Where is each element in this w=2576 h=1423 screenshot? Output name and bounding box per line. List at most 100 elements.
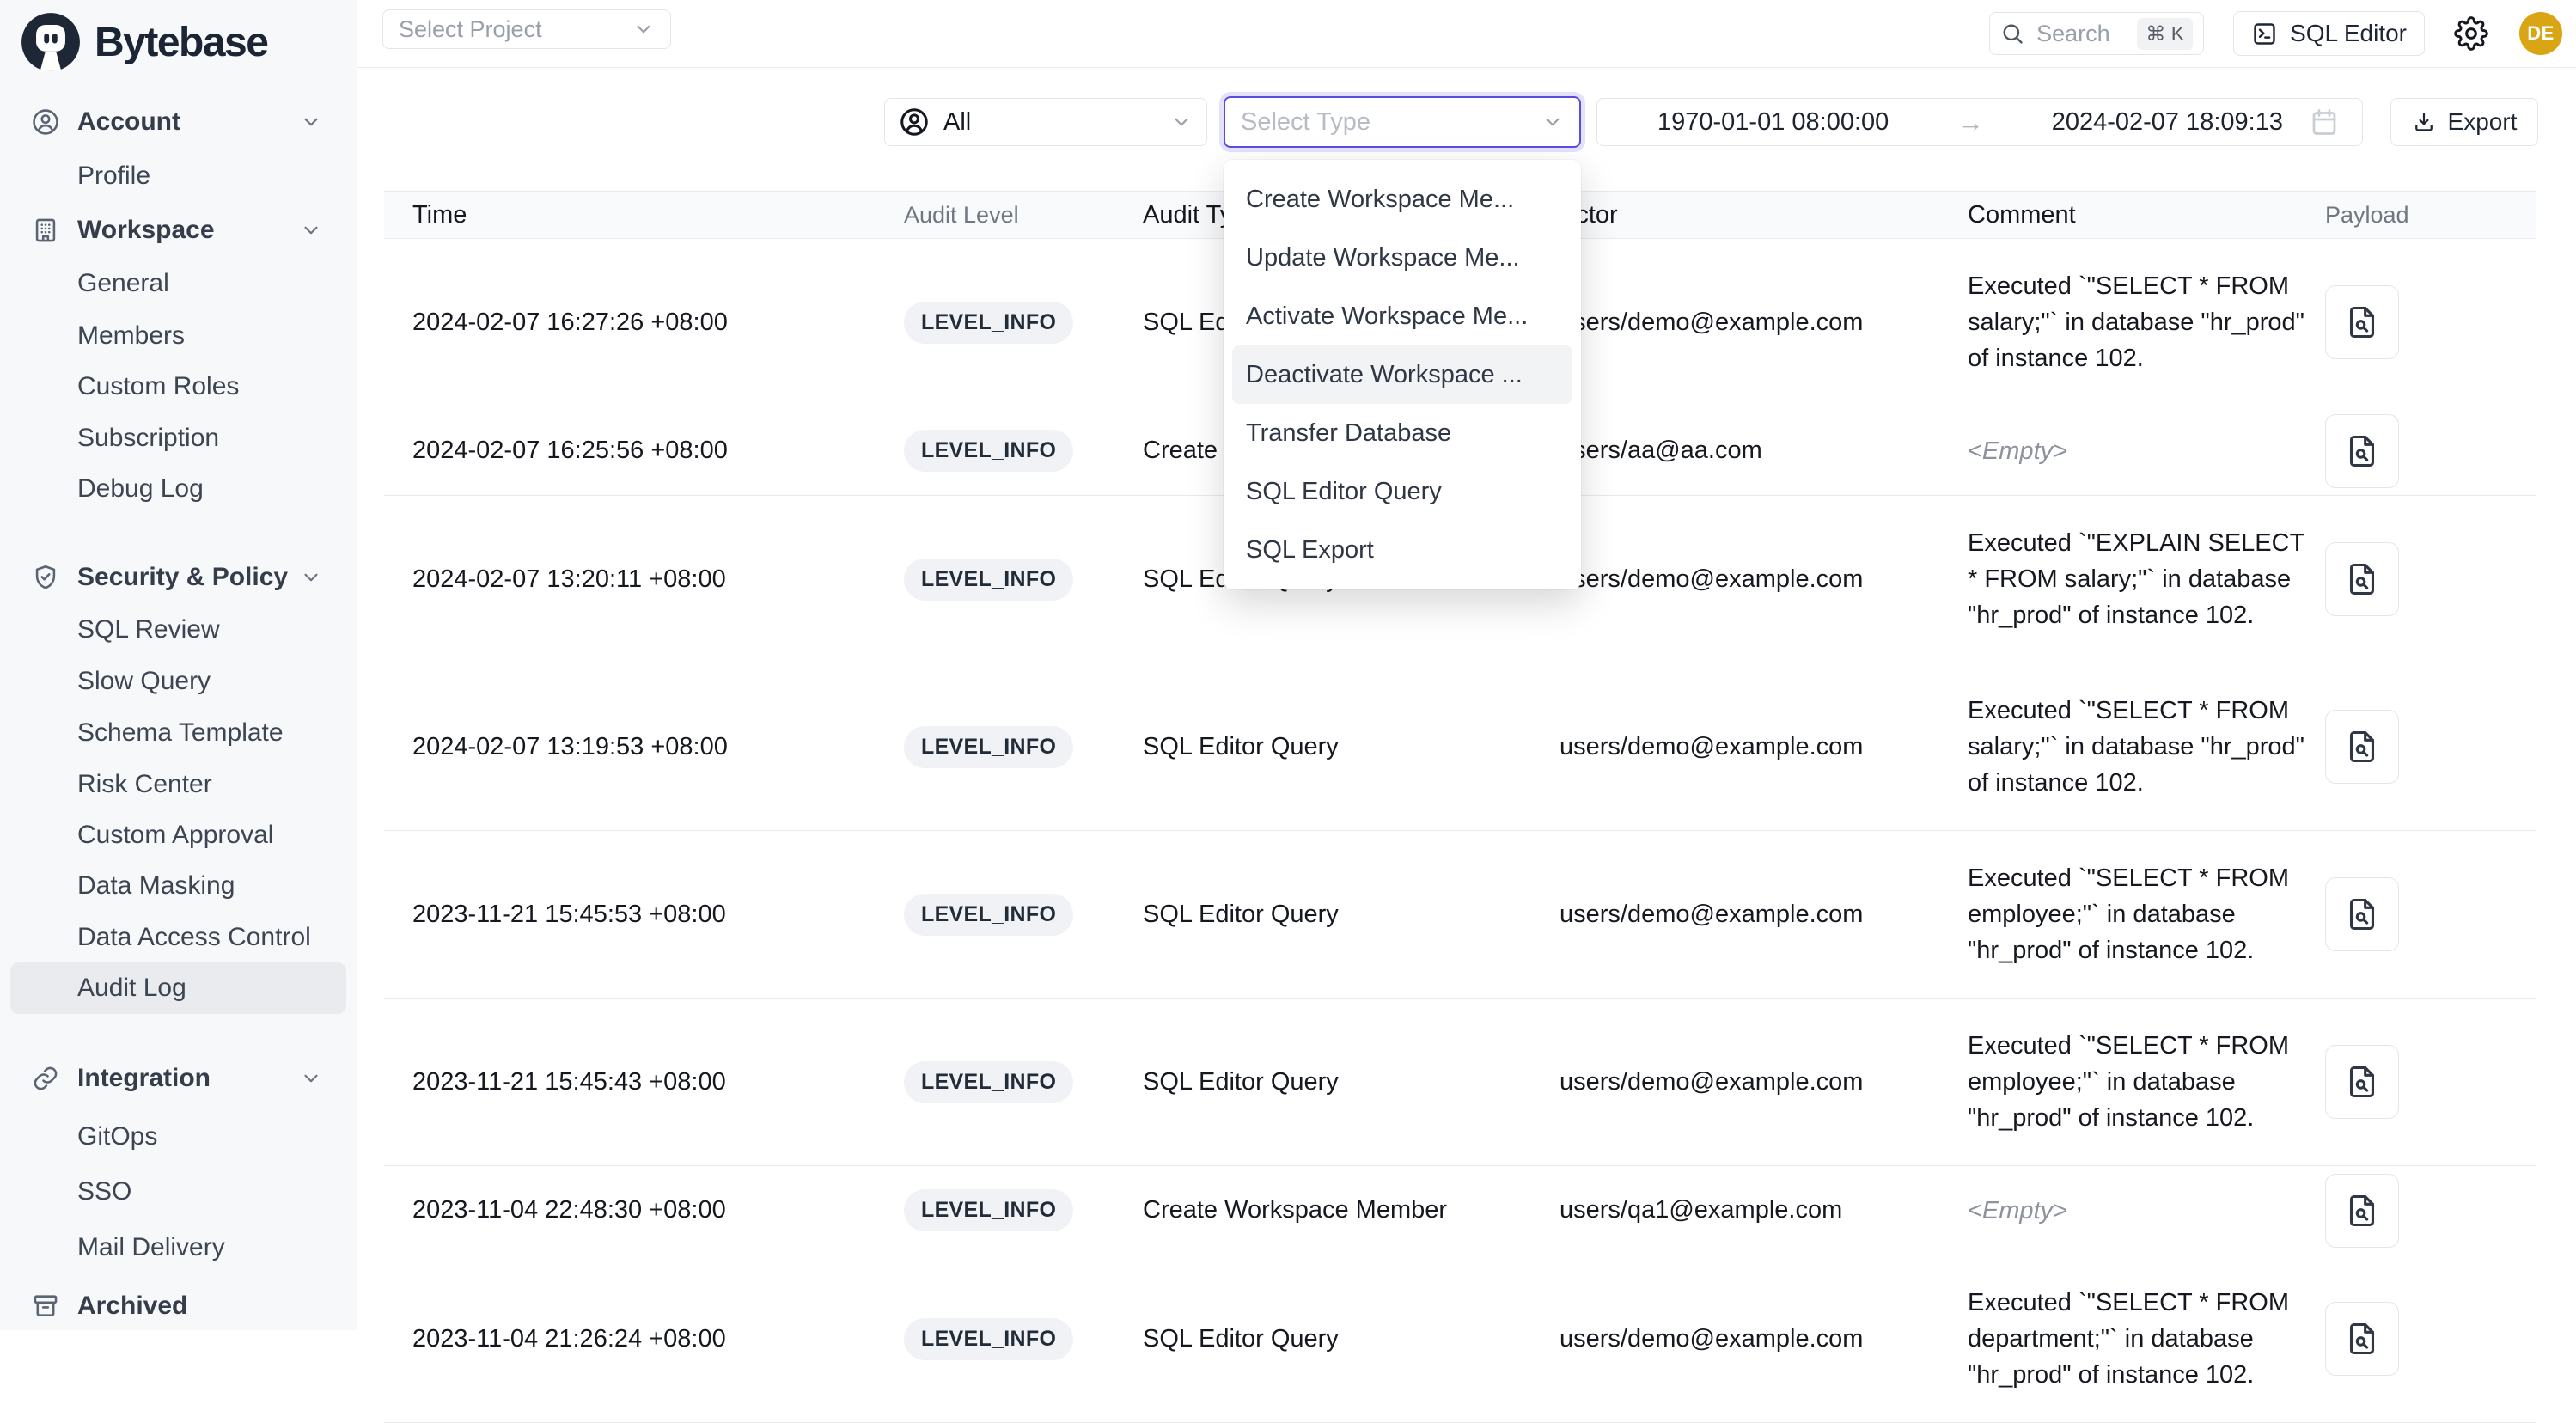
sidebar-item-risk-center[interactable]: Risk Center [0,759,357,810]
row-actor: users/demo@example.com [1560,1068,1968,1096]
row-payload [2313,1302,2536,1376]
row-comment: <Empty> [1968,422,2313,480]
row-time: 2024-02-07 16:27:26 +08:00 [384,308,904,337]
row-time: 2024-02-07 13:19:53 +08:00 [384,733,904,761]
settings-gear-icon[interactable] [2454,15,2490,52]
file-search-icon [2343,560,2381,598]
search-kbd-shortcut: ⌘ K [2137,18,2193,50]
row-actor: users/demo@example.com [1560,901,1968,929]
audit-type-dropdown-menu: Create Workspace Me... Update Workspace … [1224,160,1581,589]
building-icon [31,216,60,245]
row-audit-level: LEVEL_INFO [904,430,1143,472]
sidebar-item-data-access-control[interactable]: Data Access Control [0,912,357,963]
payload-view-button[interactable] [2325,710,2399,784]
bytebase-logo[interactable]: Bytebase [19,10,267,74]
level-badge: LEVEL_INFO [904,1189,1073,1231]
search-box[interactable]: ⌘ K [1989,12,2204,55]
user-circle-icon [899,107,930,137]
export-label: Export [2448,108,2518,136]
payload-view-button[interactable] [2325,877,2399,951]
chevron-down-icon [300,111,322,133]
sidebar-item-security-policy[interactable]: Security & Policy [0,552,357,603]
chevron-down-icon [1541,111,1564,133]
row-payload [2313,877,2536,951]
level-badge: LEVEL_INFO [904,726,1073,768]
sql-editor-button[interactable]: SQL Editor [2233,11,2425,56]
row-time: 2023-11-04 22:48:30 +08:00 [384,1196,904,1225]
audit-type-option[interactable]: SQL Editor Query [1232,462,1572,521]
sidebar-item-data-masking[interactable]: Data Masking [0,860,357,912]
row-time: 2023-11-21 15:45:43 +08:00 [384,1068,904,1096]
row-payload [2313,285,2536,359]
row-payload [2313,1045,2536,1119]
sidebar-item-profile[interactable]: Profile [0,150,357,202]
topbar-actions: ⌘ K SQL Editor DE [1989,0,2562,67]
sidebar-item-debug-log[interactable]: Debug Log [0,463,357,515]
date-end-value: 2024-02-07 18:09:13 [2052,108,2283,137]
audit-type-option[interactable]: Deactivate Workspace ... [1232,345,1572,404]
sidebar-item-archived[interactable]: Archived [0,1280,357,1332]
audit-type-option[interactable]: Activate Workspace Me... [1232,287,1572,345]
row-audit-type: SQL Editor Query [1143,1325,1560,1353]
level-badge: LEVEL_INFO [904,302,1073,344]
sidebar: Bytebase Account Profile Workspace Gener… [0,0,357,1330]
search-input[interactable] [2035,20,2124,48]
audit-type-option[interactable]: SQL Export [1232,521,1572,579]
level-badge: LEVEL_INFO [904,430,1073,472]
audit-type-filter-select[interactable]: Select Type [1224,96,1581,148]
row-audit-type: SQL Editor Query [1143,1068,1560,1096]
payload-view-button[interactable] [2325,285,2399,359]
row-comment: Executed `"EXPLAIN SELECT * FROM salary;… [1968,514,2313,644]
sidebar-item-sql-review[interactable]: SQL Review [0,604,357,656]
column-header-comment: Comment [1968,186,2313,244]
file-search-icon [2343,728,2381,766]
sidebar-item-audit-log[interactable]: Audit Log [10,962,346,1014]
sidebar-item-sso[interactable]: SSO [0,1166,357,1218]
audit-type-option[interactable]: Create Workspace Me... [1232,170,1572,229]
column-header-time: Time [384,201,904,229]
row-time: 2024-02-07 13:20:11 +08:00 [384,565,904,594]
table-row: 2023-11-21 15:45:53 +08:00 LEVEL_INFO SQ… [384,831,2536,999]
sidebar-item-general[interactable]: General [0,258,357,309]
file-search-icon [2343,432,2381,470]
sidebar-item-gitops[interactable]: GitOps [0,1111,357,1163]
row-audit-level: LEVEL_INFO [904,302,1143,344]
file-search-icon [2343,303,2381,341]
audit-type-option[interactable]: Transfer Database [1232,404,1572,462]
level-badge: LEVEL_INFO [904,1318,1073,1360]
sidebar-item-schema-template[interactable]: Schema Template [0,707,357,759]
sidebar-item-integration[interactable]: Integration [0,1053,357,1104]
export-button[interactable]: Export [2390,98,2538,146]
project-select[interactable]: Select Project [382,9,671,49]
payload-view-button[interactable] [2325,414,2399,488]
actor-filter-select[interactable]: All [884,98,1207,146]
terminal-icon [2251,21,2278,47]
sidebar-item-workspace[interactable]: Workspace [0,205,357,256]
row-audit-level: LEVEL_INFO [904,1318,1143,1360]
payload-view-button[interactable] [2325,1302,2399,1376]
row-comment: Executed `"SELECT * FROM employee;"` in … [1968,849,2313,980]
payload-view-button[interactable] [2325,1045,2399,1119]
column-header-actor: Actor [1560,201,1968,229]
sidebar-item-custom-roles[interactable]: Custom Roles [0,361,357,412]
payload-view-button[interactable] [2325,542,2399,616]
sidebar-item-mail-delivery[interactable]: Mail Delivery [0,1222,357,1273]
sidebar-item-account[interactable]: Account [0,96,357,148]
user-avatar[interactable]: DE [2519,12,2562,55]
sidebar-item-subscription[interactable]: Subscription [0,412,357,464]
payload-view-button[interactable] [2325,1174,2399,1248]
row-actor: users/demo@example.com [1560,733,1968,761]
date-range-picker[interactable]: 1970-01-01 08:00:00 → 2024-02-07 18:09:1… [1596,98,2363,146]
row-comment: <Empty> [1968,1182,2313,1240]
sidebar-item-slow-query[interactable]: Slow Query [0,656,357,707]
audit-type-option[interactable]: Update Workspace Me... [1232,229,1572,287]
brand-name: Bytebase [95,19,267,66]
table-row: 2023-11-04 21:26:24 +08:00 LEVEL_INFO SQ… [384,1255,2536,1423]
row-audit-level: LEVEL_INFO [904,1189,1143,1231]
table-row: 2023-11-21 15:45:43 +08:00 LEVEL_INFO SQ… [384,999,2536,1166]
sidebar-item-members[interactable]: Members [0,310,357,362]
file-search-icon [2343,895,2381,933]
link-icon [31,1064,60,1093]
sidebar-item-custom-approval[interactable]: Custom Approval [0,809,357,861]
chevron-down-icon [300,1067,322,1090]
